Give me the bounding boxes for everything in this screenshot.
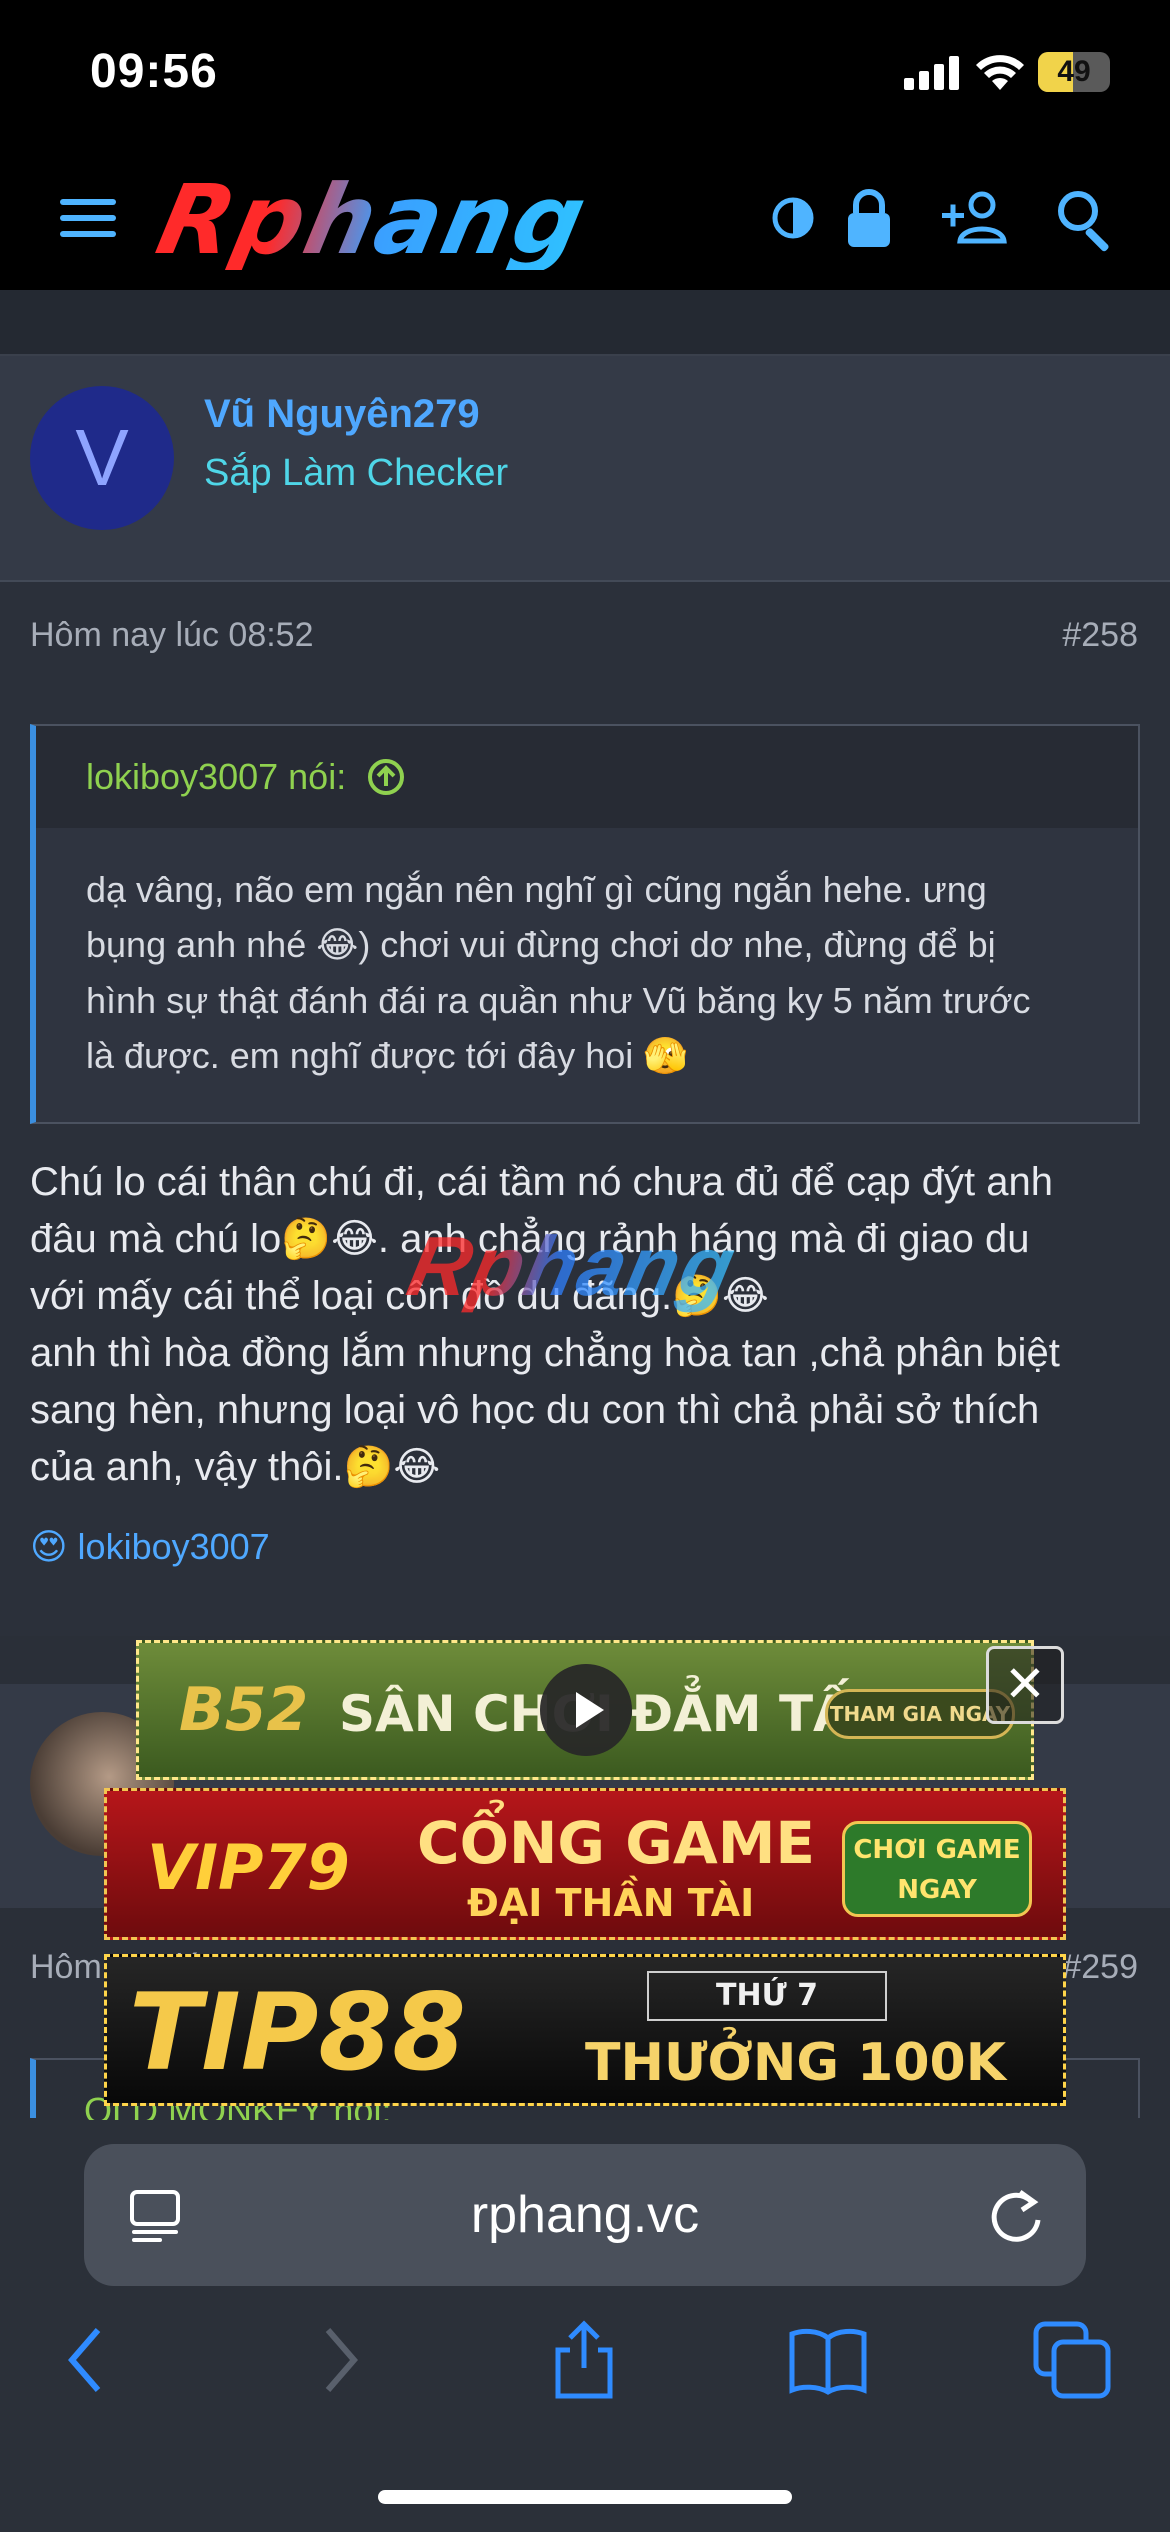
ad-headline: THƯỞNG 100K: [585, 2033, 1007, 2093]
site-logo[interactable]: Rphang: [148, 164, 730, 276]
quote-text: là được. em nghĩ được tới đây hoi: [86, 1035, 634, 1076]
quote-jump-icon[interactable]: [366, 757, 406, 797]
body-line: Chú lo cái thân chú đi, cái tầm nó chưa …: [30, 1160, 1053, 1204]
wifi-icon: [976, 55, 1024, 90]
laughing-emoji-icon: 😂: [393, 1444, 441, 1490]
body-line: sang hèn, nhưng loại vô học du con thì c…: [30, 1388, 1040, 1432]
heart-eyes-reaction-icon: 😍: [30, 1527, 68, 1568]
watermark-logo: Rphang: [400, 1219, 745, 1313]
quote-line: hình sự thật đánh đái ra quần như Vũ băn…: [86, 980, 1031, 1021]
post-body: Chú lo cái thân chú đi, cái tầm nó chưa …: [30, 1154, 1140, 1496]
post-date[interactable]: Hôm nay lúc 08:52: [30, 616, 314, 655]
username[interactable]: Vũ Nguyên279: [204, 392, 480, 437]
back-icon[interactable]: [48, 2320, 128, 2400]
lock-icon[interactable]: [834, 183, 904, 253]
laughing-emoji-icon: 😂: [331, 1216, 378, 1262]
forum-post: V Vũ Nguyên279 Sắp Làm Checker Hôm nay l…: [0, 356, 1170, 1636]
address-bar[interactable]: rphang.vc: [84, 2144, 1086, 2286]
avatar[interactable]: V: [30, 386, 174, 530]
menu-icon[interactable]: [60, 197, 116, 239]
ad-brand: B52: [179, 1675, 309, 1745]
ad-brand: TIP88: [129, 1971, 466, 2094]
play-icon[interactable]: [540, 1664, 632, 1756]
search-icon[interactable]: [1050, 183, 1120, 253]
quote-text: bụng anh nhé: [86, 924, 307, 965]
battery-icon: 49: [1038, 52, 1110, 92]
body-line: của anh, vậy thôi.🤔😂: [30, 1439, 1140, 1496]
theme-toggle-icon[interactable]: [758, 183, 828, 253]
url-text[interactable]: rphang.vc: [84, 2144, 1086, 2286]
quote-text: ) chơi vui đừng chơi dơ nhe, đừng để bị: [358, 924, 996, 965]
ad-banner-tip88[interactable]: TIP88 THỨ 7 THƯỞNG 100K: [104, 1954, 1066, 2106]
ad-close-button[interactable]: ✕: [986, 1646, 1064, 1724]
ad-headline: CỔNG GAME: [417, 1809, 816, 1877]
ad-cta-button[interactable]: CHƠI GAME NGAY: [842, 1821, 1032, 1917]
cellular-signal-icon: [904, 56, 959, 90]
reaction-user[interactable]: lokiboy3007: [78, 1526, 270, 1567]
user-title: Sắp Làm Checker: [204, 452, 509, 494]
status-time: 09:56: [90, 45, 218, 98]
quote-line: là được. em nghĩ được tới đây hoi 🫣: [86, 1028, 1088, 1084]
page-gap: [0, 290, 1170, 356]
ad-brand: VIP79: [147, 1831, 350, 1904]
quote-author[interactable]: lokiboy3007 nói:: [86, 756, 346, 797]
shy-emoji-icon: 🫣: [643, 1036, 689, 1077]
quote-header[interactable]: lokiboy3007 nói:: [36, 726, 1138, 828]
status-bar: 09:56 49: [0, 0, 1170, 145]
quote-line: dạ vâng, não em ngắn nên nghĩ gì cũng ng…: [86, 869, 987, 910]
quote-line: bụng anh nhé 😂) chơi vui đừng chơi dơ nh…: [86, 917, 1088, 973]
reaction-bar[interactable]: 😍 lokiboy3007: [30, 1526, 270, 1568]
forward-icon[interactable]: [298, 2320, 378, 2400]
quote-block: lokiboy3007 nói: dạ vâng, não em ngắn nê…: [30, 724, 1140, 1124]
quote-body: dạ vâng, não em ngắn nên nghĩ gì cũng ng…: [36, 828, 1138, 1118]
site-header: Rphang: [0, 145, 1170, 290]
ad-day-label: THỨ 7: [647, 1971, 887, 2021]
tabs-icon[interactable]: [1032, 2320, 1112, 2400]
post-number[interactable]: #258: [1062, 616, 1138, 655]
thinking-emoji-icon: 🤔: [343, 1444, 394, 1490]
ad-banner-vip79[interactable]: VIP79 CỔNG GAME ĐẠI THẦN TÀI CHƠI GAME N…: [104, 1788, 1066, 1940]
home-indicator[interactable]: [378, 2490, 792, 2504]
bookmarks-icon[interactable]: [788, 2320, 868, 2400]
body-text: đâu mà chú lo: [30, 1217, 282, 1261]
post-number[interactable]: #259: [1062, 1948, 1138, 1987]
post-user-card: V Vũ Nguyên279 Sắp Làm Checker: [0, 356, 1170, 582]
register-icon[interactable]: [940, 183, 1010, 253]
body-line: anh thì hòa đồng lắm nhưng chẳng hòa tan…: [30, 1331, 1060, 1375]
body-text: của anh, vậy thôi.: [30, 1445, 344, 1489]
thinking-emoji-icon: 🤔: [281, 1216, 332, 1262]
battery-percent: 49: [1057, 55, 1091, 88]
laughing-emoji-icon: 😂: [316, 925, 359, 966]
ad-subtitle: ĐẠI THẦN TÀI: [467, 1881, 755, 1925]
reload-icon[interactable]: [984, 2182, 1048, 2246]
share-icon[interactable]: [544, 2320, 624, 2400]
